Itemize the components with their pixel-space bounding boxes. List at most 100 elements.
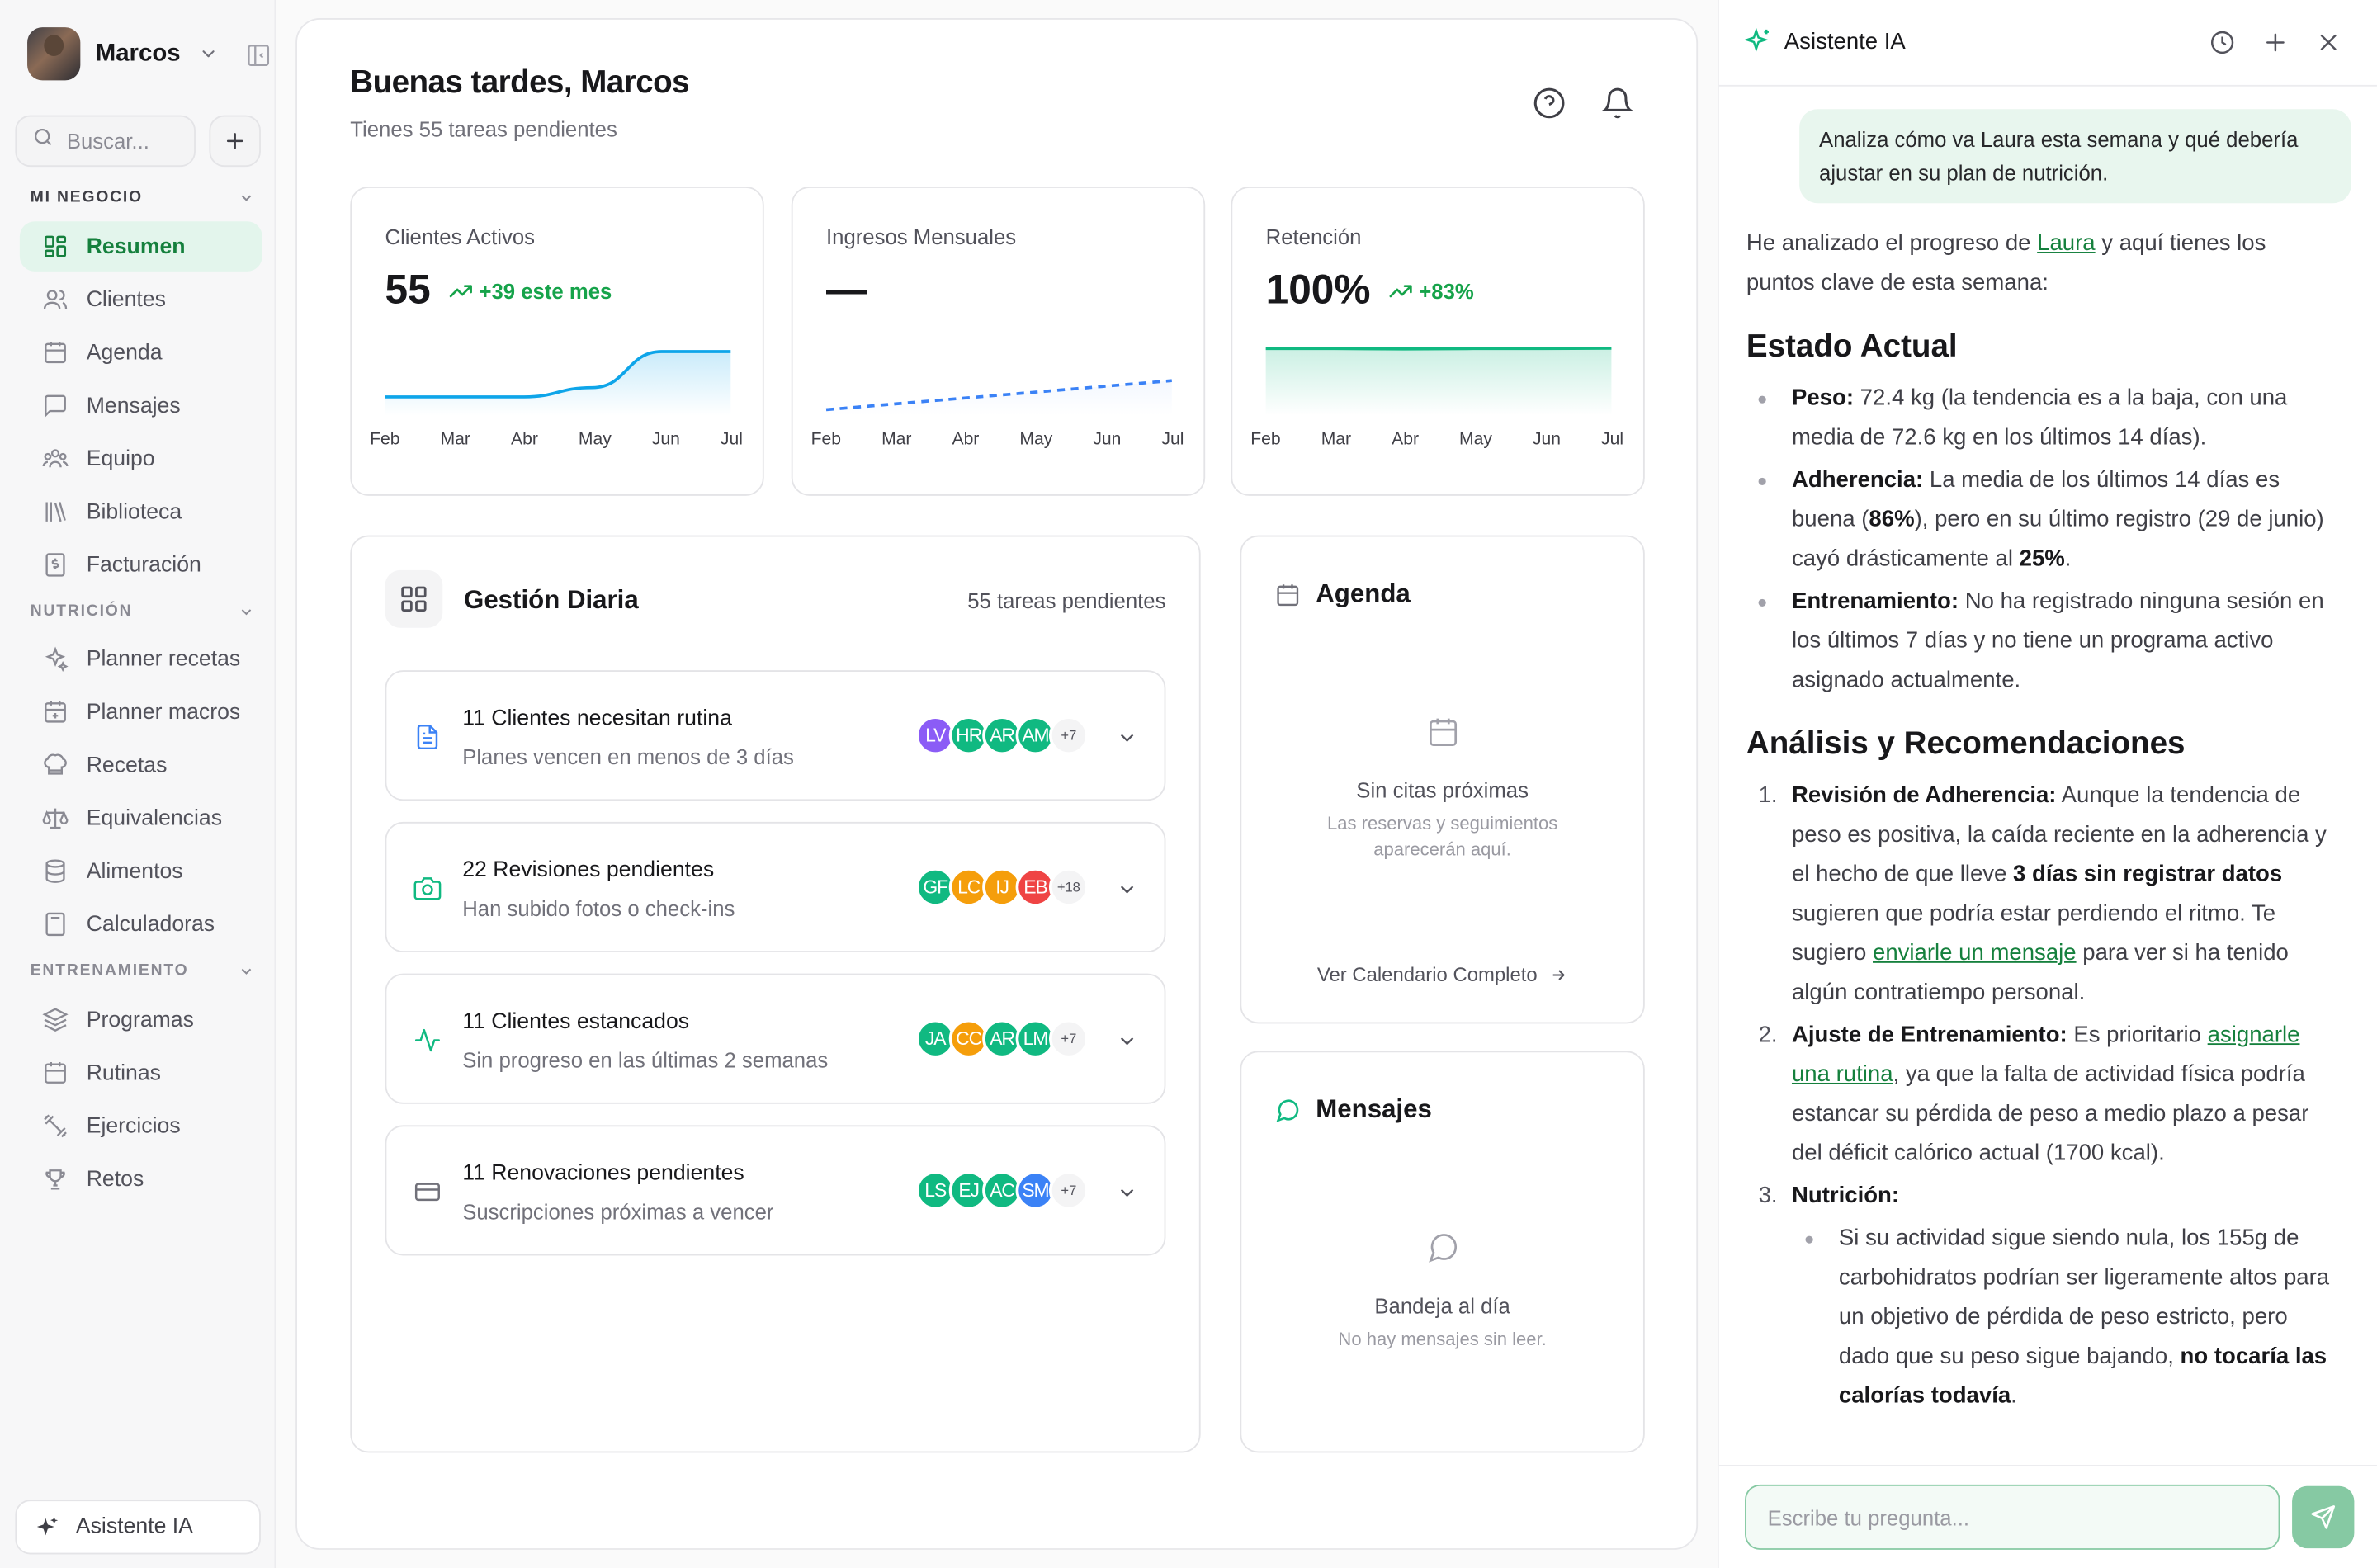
- assistant-response: He analizado el progreso de Laura y aquí…: [1746, 224, 2335, 1419]
- sidebar-item-ejercicios[interactable]: Ejercicios: [20, 1101, 262, 1151]
- sidebar-item-agenda[interactable]: Agenda: [20, 328, 262, 378]
- stat-title: Ingresos Mensuales: [826, 224, 1017, 249]
- agenda-empty-state: Sin citas próximas Las reservas y seguim…: [1241, 716, 1643, 862]
- calendar-icon: [41, 339, 69, 366]
- empty-subtitle: Las reservas y seguimientos aparecerán a…: [1241, 811, 1643, 862]
- bell-icon[interactable]: [1600, 87, 1634, 128]
- empty-title: Sin citas próximas: [1356, 777, 1529, 803]
- view-calendar-link[interactable]: Ver Calendario Completo: [1241, 963, 1643, 985]
- month-label: Abr: [510, 430, 538, 449]
- task-subtitle: Han subido fotos o check-ins: [462, 895, 735, 921]
- empty-subtitle: No hay mensajes sin leer.: [1338, 1328, 1547, 1350]
- send-button[interactable]: [2292, 1485, 2355, 1549]
- chevron-down-icon[interactable]: [1116, 1030, 1139, 1053]
- page-title: Buenas tardes, Marcos: [350, 65, 690, 101]
- sidebar-item-planner-recetas[interactable]: Planner recetas: [20, 634, 262, 684]
- sidebar-item-label: Alimentos: [86, 858, 183, 884]
- stat-trend: +39 este mes: [449, 279, 612, 304]
- assistant-input-bar: [1718, 1465, 2377, 1568]
- chevron-down-icon[interactable]: [1116, 1181, 1139, 1204]
- list-item: Adherencia: La media de los últimos 14 d…: [1758, 461, 2335, 579]
- search-input[interactable]: [66, 129, 188, 153]
- chart-area: [826, 380, 1172, 416]
- empty-subtitle-line: Las reservas y seguimientos: [1326, 812, 1558, 834]
- stat-trend-label: +83%: [1419, 279, 1474, 304]
- section-training[interactable]: ENTRENAMIENTO: [31, 961, 255, 980]
- new-chat-icon[interactable]: [2261, 29, 2289, 56]
- avatar: [27, 27, 81, 81]
- sidebar-collapse-icon[interactable]: [246, 42, 272, 75]
- stat-number: 55: [385, 267, 431, 313]
- section-business[interactable]: MI NEGOCIO: [31, 188, 255, 206]
- sidebar-item-retos[interactable]: Retos: [20, 1154, 262, 1204]
- client-link-laura[interactable]: Laura: [2037, 230, 2095, 256]
- sidebar-item-biblioteca[interactable]: Biblioteca: [20, 487, 262, 537]
- stat-value: —: [826, 267, 867, 314]
- add-button[interactable]: [209, 115, 261, 168]
- sidebar-item-label: Calculadoras: [86, 912, 215, 937]
- history-icon[interactable]: [2209, 29, 2236, 56]
- month-label: Feb: [810, 430, 842, 449]
- bold-text: Ajuste de Entrenamiento:: [1791, 1022, 2067, 1048]
- task-row[interactable]: 11 Renovaciones pendientes Suscripciones…: [385, 1125, 1166, 1256]
- task-row[interactable]: 11 Clientes estancados Sin progreso en l…: [385, 973, 1166, 1104]
- stat-trend: +83%: [1389, 279, 1474, 304]
- assistant-question-input[interactable]: [1745, 1484, 2280, 1550]
- grid-icon: [385, 569, 443, 628]
- sidebar-item-facturacion[interactable]: Facturación: [20, 540, 262, 590]
- sidebar-item-label: Planner recetas: [86, 646, 241, 672]
- section-nutrition[interactable]: NUTRICIÓN: [30, 602, 255, 621]
- month-label: Jul: [720, 430, 743, 449]
- chevron-down-icon[interactable]: [1116, 878, 1139, 901]
- chevron-down-icon[interactable]: [199, 44, 219, 71]
- sidebar-item-label: Rutinas: [86, 1060, 162, 1085]
- assistant-title: Asistente IA: [1745, 27, 1906, 54]
- month-label: Feb: [1250, 430, 1281, 449]
- task-row[interactable]: 22 Revisiones pendientes Han subido foto…: [385, 821, 1166, 952]
- sidebar-item-label: Ejercicios: [86, 1113, 181, 1139]
- sidebar-item-equipo[interactable]: Equipo: [20, 434, 262, 484]
- sparkles-icon: [35, 1514, 60, 1540]
- sidebar-ai-assistant-button[interactable]: Asistente IA: [15, 1500, 261, 1555]
- sidebar-item-rutinas[interactable]: Rutinas: [20, 1048, 262, 1098]
- card-title: Gestión Diaria: [464, 585, 639, 615]
- dashboard-main: Buenas tardes, Marcos Tienes 55 tareas p…: [295, 18, 1699, 1550]
- message-icon: [41, 392, 69, 419]
- sidebar-item-recetas[interactable]: Recetas: [20, 740, 262, 791]
- sidebar-item-clientes[interactable]: Clientes: [20, 275, 262, 325]
- month-label: Jun: [651, 430, 680, 449]
- close-icon[interactable]: [2315, 29, 2342, 56]
- sidebar-item-programas[interactable]: Programas: [20, 994, 262, 1045]
- sidebar-item-alimentos[interactable]: Alimentos: [20, 846, 262, 896]
- stat-title: Retención: [1265, 224, 1362, 249]
- chevron-down-icon[interactable]: [1116, 726, 1139, 749]
- assistant-title-label: Asistente IA: [1784, 27, 1906, 54]
- month-label: Jul: [1161, 430, 1184, 449]
- help-icon[interactable]: [1533, 87, 1566, 128]
- task-row[interactable]: 11 Clientes necesitan rutina Planes venc…: [385, 670, 1166, 801]
- sidebar-item-label: Planner macros: [86, 700, 241, 725]
- text-span: .: [2064, 545, 2072, 572]
- sidebar-item-label: Mensajes: [86, 393, 181, 418]
- list-number: 3.: [1758, 1183, 1778, 1209]
- send-message-link[interactable]: enviarle un mensaje: [1873, 940, 2077, 966]
- sidebar-item-resumen[interactable]: Resumen: [19, 221, 262, 272]
- sidebar-item-calculadoras[interactable]: Calculadoras: [20, 900, 262, 950]
- text-span: He analizado el progreso de: [1746, 230, 2038, 257]
- sidebar-item-equivalencias[interactable]: Equivalencias: [20, 793, 262, 843]
- month-label: Mar: [881, 430, 912, 449]
- response-heading: Estado Actual: [1746, 328, 1958, 364]
- sidebar-item-mensajes[interactable]: Mensajes: [20, 380, 262, 431]
- user-menu[interactable]: Marcos: [27, 27, 181, 81]
- text-span: 72.4 kg (la tendencia es a la baja, con …: [1791, 385, 2288, 451]
- sidebar-item-planner-macros[interactable]: Planner macros: [20, 687, 262, 737]
- month-label: Jul: [1601, 430, 1624, 449]
- section-label: NUTRICIÓN: [30, 602, 133, 621]
- document-icon: [413, 723, 441, 750]
- month-label: Abr: [952, 430, 980, 449]
- database-icon: [41, 857, 69, 885]
- calendar-icon: [41, 1059, 69, 1086]
- chart-area: [1265, 347, 1612, 416]
- stat-title: Clientes Activos: [385, 224, 536, 249]
- scale-icon: [41, 805, 69, 832]
